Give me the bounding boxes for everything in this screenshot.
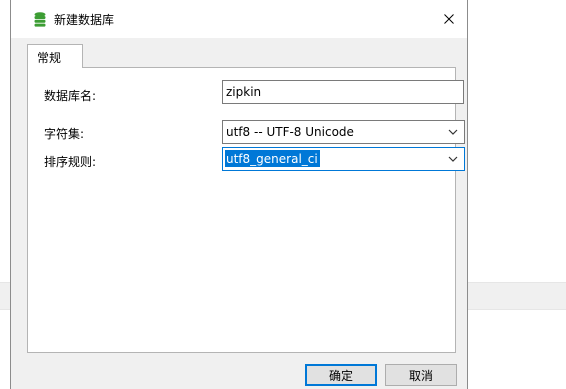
- dialog-title: 新建数据库: [54, 13, 115, 27]
- charset-label: 字符集:: [44, 127, 85, 141]
- screen: 新建数据库 常规 数据库名: zipkin 字符集: utf8 -- UTF-8…: [0, 0, 566, 389]
- chevron-down-icon: [448, 156, 458, 162]
- new-database-dialog: 新建数据库 常规 数据库名: zipkin 字符集: utf8 -- UTF-8…: [10, 0, 468, 389]
- collation-select[interactable]: utf8_general_ci: [222, 147, 465, 171]
- ok-button[interactable]: 确定: [305, 364, 377, 386]
- tab-general[interactable]: 常规: [27, 44, 83, 68]
- database-icon: [34, 12, 46, 27]
- tab-general-label: 常规: [37, 51, 62, 65]
- cancel-button[interactable]: 取消: [385, 364, 457, 386]
- database-name-label: 数据库名:: [44, 89, 97, 103]
- title-bar: 新建数据库: [11, 0, 467, 38]
- close-button[interactable]: [435, 6, 463, 32]
- charset-value: utf8 -- UTF-8 Unicode: [226, 125, 354, 139]
- collation-label: 排序规则:: [44, 155, 97, 169]
- chevron-down-icon: [448, 129, 458, 135]
- general-panel: 数据库名: zipkin 字符集: utf8 -- UTF-8 Unicode …: [27, 67, 465, 353]
- database-name-input[interactable]: zipkin: [222, 80, 464, 104]
- charset-select[interactable]: utf8 -- UTF-8 Unicode: [222, 120, 465, 144]
- close-icon: [444, 14, 454, 24]
- collation-value: utf8_general_ci: [225, 150, 320, 167]
